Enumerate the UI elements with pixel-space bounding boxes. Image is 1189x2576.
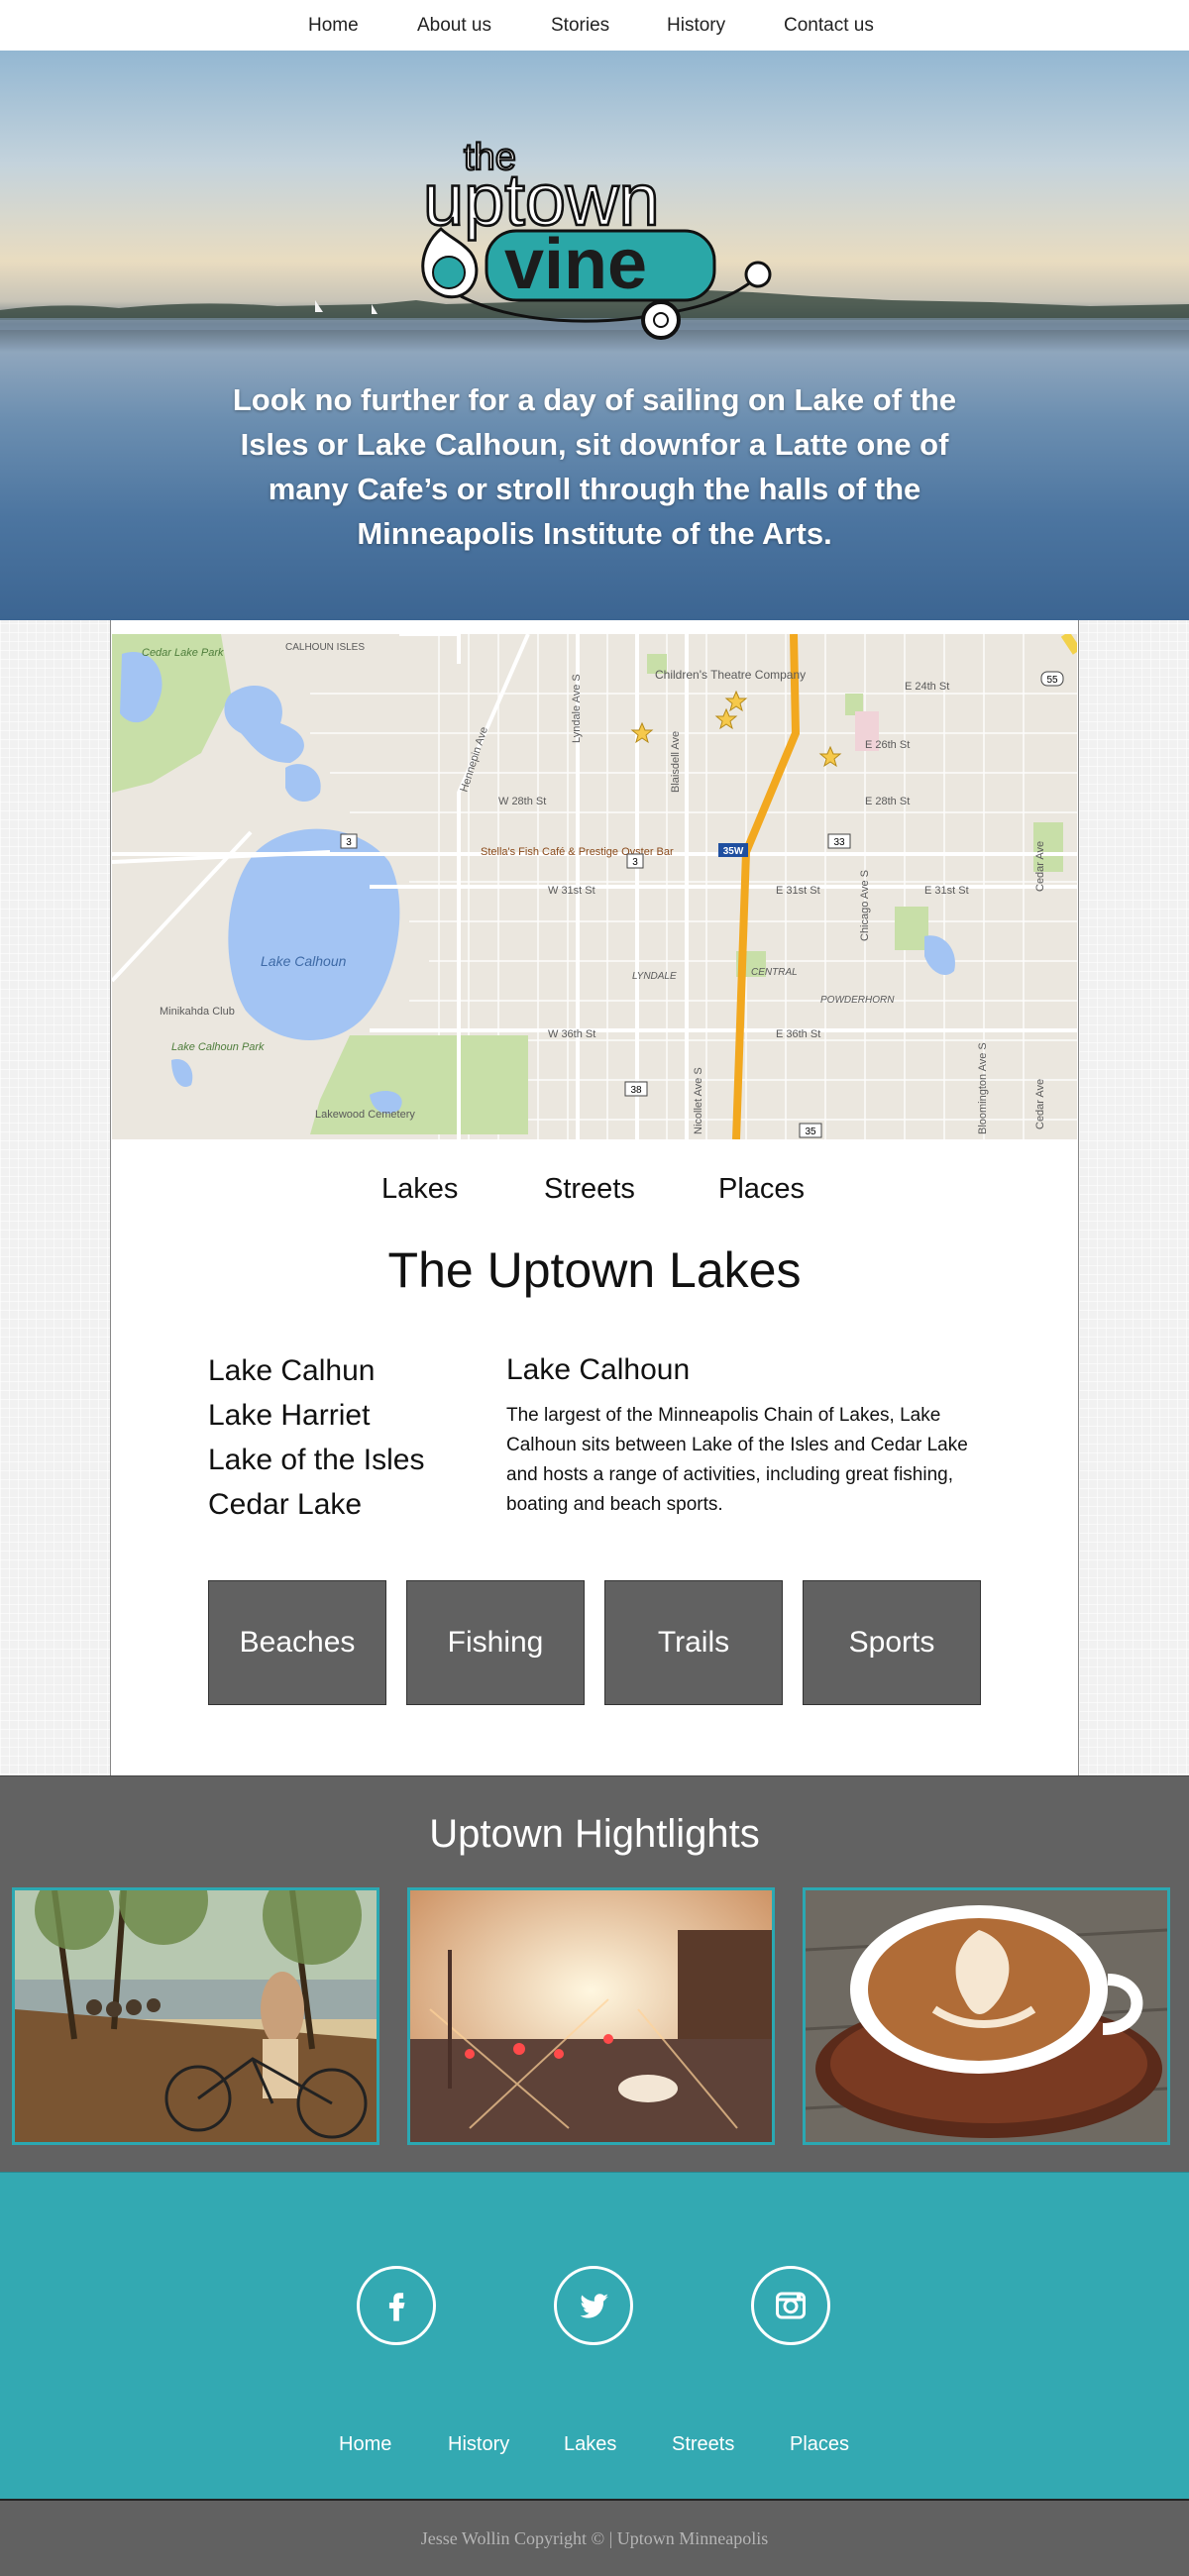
svg-text:Blaisdell Ave: Blaisdell Ave — [670, 731, 682, 793]
section-title: The Uptown Lakes — [387, 1242, 802, 1298]
svg-text:33: 33 — [833, 837, 845, 848]
svg-text:E 36th St: E 36th St — [776, 1028, 820, 1040]
svg-text:Lyndale Ave S: Lyndale Ave S — [571, 674, 583, 743]
highlight-photo-cyclist[interactable] — [12, 1887, 379, 2145]
svg-text:Chicago Ave S: Chicago Ave S — [859, 870, 871, 941]
instagram-icon[interactable] — [751, 2266, 830, 2345]
trails-button[interactable]: Trails — [604, 1580, 783, 1705]
svg-text:E 28th St: E 28th St — [865, 796, 910, 807]
highlights-section: Uptown Hightlights — [0, 1775, 1189, 2173]
uptown-map[interactable]: Cedar Lake Park CALHOUN ISLES Children's… — [112, 634, 1077, 1139]
svg-text:Stella's Fish Café & Prestige: Stella's Fish Café & Prestige Oyster Bar — [481, 846, 674, 858]
nav-history-link[interactable]: History — [667, 15, 725, 37]
footer-lakes-link[interactable]: Lakes — [564, 2433, 616, 2456]
svg-text:E 31st St: E 31st St — [924, 885, 969, 897]
uptown-vine-logo: the uptown vine — [401, 98, 788, 356]
copyright-text: Jesse Wollin Copyright © | Uptown Minnea… — [420, 2528, 769, 2548]
svg-text:Cedar Lake Park: Cedar Lake Park — [142, 647, 224, 659]
nav-stories-link[interactable]: Stories — [551, 15, 609, 37]
lake-detail-title: Lake Calhoun — [506, 1353, 691, 1386]
svg-text:W 28th St: W 28th St — [498, 796, 546, 807]
svg-text:35W: 35W — [723, 846, 744, 857]
subnav-streets-link[interactable]: Streets — [544, 1173, 635, 1206]
svg-text:Lake Calhoun: Lake Calhoun — [261, 953, 347, 969]
highlight-photo-latte[interactable] — [803, 1887, 1170, 2145]
svg-text:W 36th St: W 36th St — [548, 1028, 595, 1040]
svg-text:Lakewood Cemetery: Lakewood Cemetery — [315, 1109, 415, 1121]
svg-text:LYNDALE: LYNDALE — [632, 971, 677, 982]
footer-home-link[interactable]: Home — [339, 2433, 391, 2456]
svg-text:vine: vine — [504, 225, 647, 304]
svg-text:Children's Theatre Company: Children's Theatre Company — [655, 668, 806, 682]
facebook-icon[interactable] — [357, 2266, 436, 2345]
svg-text:E 24th St: E 24th St — [905, 681, 949, 693]
nav-about-link[interactable]: About us — [417, 15, 491, 37]
fishing-button[interactable]: Fishing — [406, 1580, 585, 1705]
svg-text:55: 55 — [1046, 675, 1058, 686]
svg-text:3: 3 — [632, 857, 638, 868]
lake-list: Lake Calhun Lake Harriet Lake of the Isl… — [208, 1348, 424, 1527]
copyright-bar: Jesse Wollin Copyright © | Uptown Minnea… — [0, 2499, 1189, 2576]
highlights-title: Uptown Hightlights — [429, 1812, 760, 1856]
svg-text:Cedar Ave: Cedar Ave — [1034, 1079, 1046, 1129]
beaches-button[interactable]: Beaches — [208, 1580, 386, 1705]
nav-home-link[interactable]: Home — [308, 15, 359, 37]
twitter-icon[interactable] — [554, 2266, 633, 2345]
svg-text:E 26th St: E 26th St — [865, 739, 910, 751]
svg-text:W 31st St: W 31st St — [548, 885, 595, 897]
svg-text:Nicollet Ave S: Nicollet Ave S — [693, 1067, 704, 1134]
svg-text:POWDERHORN: POWDERHORN — [820, 995, 895, 1006]
svg-text:E 31st St: E 31st St — [776, 885, 820, 897]
lake-list-item[interactable]: Lake Harriet — [208, 1393, 424, 1438]
svg-text:Cedar Ave: Cedar Ave — [1034, 841, 1046, 892]
svg-text:38: 38 — [630, 1085, 642, 1096]
lake-list-item[interactable]: Lake Calhun — [208, 1348, 424, 1393]
social-footer: Home History Lakes Streets Places — [0, 2172, 1189, 2500]
hero-banner: the uptown vine Look no further for a da… — [0, 51, 1189, 620]
footer-history-link[interactable]: History — [448, 2433, 509, 2456]
svg-text:Bloomington Ave S: Bloomington Ave S — [977, 1042, 989, 1134]
lake-detail-text: The largest of the Minneapolis Chain of … — [506, 1405, 968, 1515]
nav-contact-link[interactable]: Contact us — [784, 15, 874, 37]
content-card: Cedar Lake Park CALHOUN ISLES Children's… — [110, 620, 1079, 1775]
lake-list-item[interactable]: Cedar Lake — [208, 1482, 424, 1527]
svg-text:3: 3 — [346, 837, 352, 848]
footer-places-link[interactable]: Places — [790, 2433, 849, 2456]
subnav-places-link[interactable]: Places — [718, 1173, 805, 1206]
svg-text:35: 35 — [805, 1127, 816, 1137]
sports-button[interactable]: Sports — [803, 1580, 981, 1705]
svg-text:Minikahda Club: Minikahda Club — [160, 1006, 235, 1018]
top-nav: Home About us Stories History Contact us — [0, 0, 1189, 51]
highlight-photo-street[interactable] — [407, 1887, 775, 2145]
footer-streets-link[interactable]: Streets — [672, 2433, 734, 2456]
svg-text:CENTRAL: CENTRAL — [751, 967, 798, 978]
svg-text:CALHOUN ISLES: CALHOUN ISLES — [285, 642, 365, 653]
svg-text:Lake Calhoun Park: Lake Calhoun Park — [171, 1041, 265, 1053]
lake-list-item[interactable]: Lake of the Isles — [208, 1438, 424, 1482]
hero-tagline: Look no further for a day of sailing on … — [232, 382, 957, 551]
subnav-lakes-link[interactable]: Lakes — [381, 1173, 458, 1206]
